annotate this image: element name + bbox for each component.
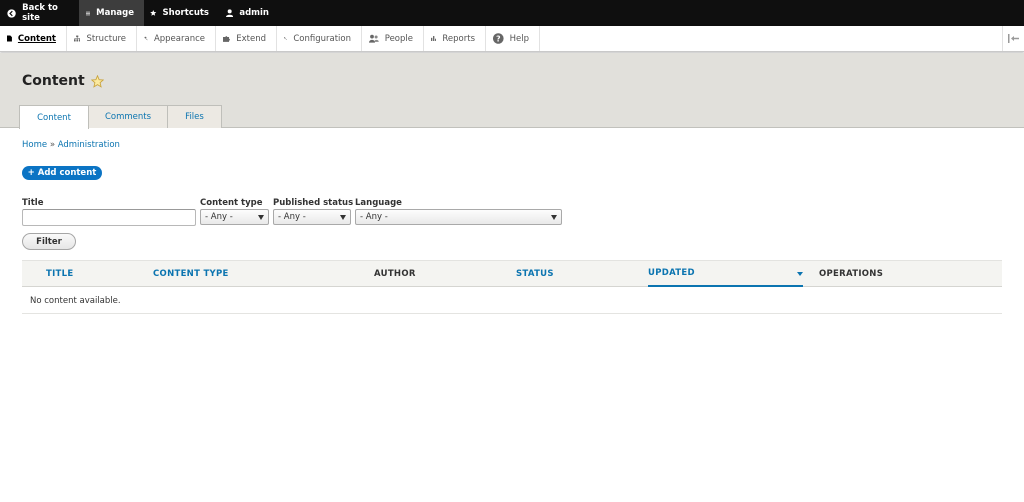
tray-item-people[interactable]: People [362,26,424,51]
shortcuts-tab[interactable]: Shortcuts [144,0,219,26]
back-to-site-label: Back to site [22,3,58,23]
help-icon: ? [493,33,504,44]
published-status-filter-label: Published status [273,198,354,208]
manage-tray: Content Structure Appearance Extend Conf… [0,26,1024,52]
page-title-text: Content [22,73,85,89]
breadcrumb-administration[interactable]: Administration [58,140,120,150]
tray-item-extend[interactable]: Extend [216,26,277,51]
file-icon [7,35,12,42]
back-to-site-link[interactable]: Back to site [0,0,79,26]
page-title: Content [22,73,104,89]
content-type-value: - Any - [205,212,233,222]
svg-text:?: ? [496,34,500,43]
breadcrumb-separator: » [49,140,56,150]
sitemap-icon [74,35,81,42]
sort-descending-icon [797,272,803,276]
table-row: No content available. [22,287,1002,314]
arrow-left-circle-icon [7,8,16,18]
tray-item-help[interactable]: ? Help [486,26,540,51]
content-type-select[interactable]: - Any - [200,209,269,225]
user-icon [226,9,234,18]
tray-item-structure[interactable]: Structure [67,26,137,51]
paint-icon [144,36,148,41]
column-author: AUTHOR [374,269,416,279]
manage-label: Manage [96,8,134,18]
shortcuts-label: Shortcuts [162,8,209,18]
chevron-down-icon [340,215,346,220]
published-status-value: - Any - [278,212,306,222]
user-label: admin [239,8,269,18]
shortcut-star-icon[interactable] [90,74,104,88]
empty-message: No content available. [30,296,121,306]
admin-toolbar: Back to site Manage Shortcuts admin [0,0,1024,26]
language-value: - Any - [360,212,388,222]
tab-content[interactable]: Content [19,105,89,129]
tab-files[interactable]: Files [167,105,222,128]
filter-button[interactable]: Filter [22,233,76,250]
people-icon [369,34,379,43]
tab-comments[interactable]: Comments [88,105,168,128]
hamburger-icon [86,11,91,15]
user-tab[interactable]: admin [219,0,279,26]
tray-item-content[interactable]: Content [0,26,67,51]
column-content-type[interactable]: CONTENT TYPE [153,261,229,287]
chevron-down-icon [551,215,557,220]
wrench-icon [284,36,288,41]
language-filter-label: Language [355,198,402,208]
content-table-header: TITLE CONTENT TYPE AUTHOR STATUS UPDATED… [22,260,1002,287]
collapse-icon [1008,34,1019,43]
column-title[interactable]: TITLE [46,261,73,287]
breadcrumb-home[interactable]: Home [22,140,47,150]
manage-tab[interactable]: Manage [79,0,144,26]
title-filter-label: Title [22,198,44,208]
column-operations: OPERATIONS [819,269,884,279]
add-content-button[interactable]: + Add content [22,166,102,180]
title-filter-input[interactable] [22,209,196,226]
column-status[interactable]: STATUS [516,261,554,287]
tray-item-reports[interactable]: Reports [424,26,486,51]
puzzle-icon [223,36,230,42]
column-updated-label: UPDATED [648,268,695,278]
bar-chart-icon [431,36,437,41]
column-updated[interactable]: UPDATED [648,261,803,287]
star-icon [150,10,157,16]
content-type-filter-label: Content type [200,198,263,208]
primary-tabs: Content Comments Files [19,105,222,129]
breadcrumb: Home » Administration [22,140,120,150]
language-select[interactable]: - Any - [355,209,562,225]
tray-item-appearance[interactable]: Appearance [137,26,216,51]
published-status-select[interactable]: - Any - [273,209,351,225]
tray-item-configuration[interactable]: Configuration [277,26,362,51]
chevron-down-icon [258,215,264,220]
tray-orientation-toggle[interactable] [1002,26,1024,51]
